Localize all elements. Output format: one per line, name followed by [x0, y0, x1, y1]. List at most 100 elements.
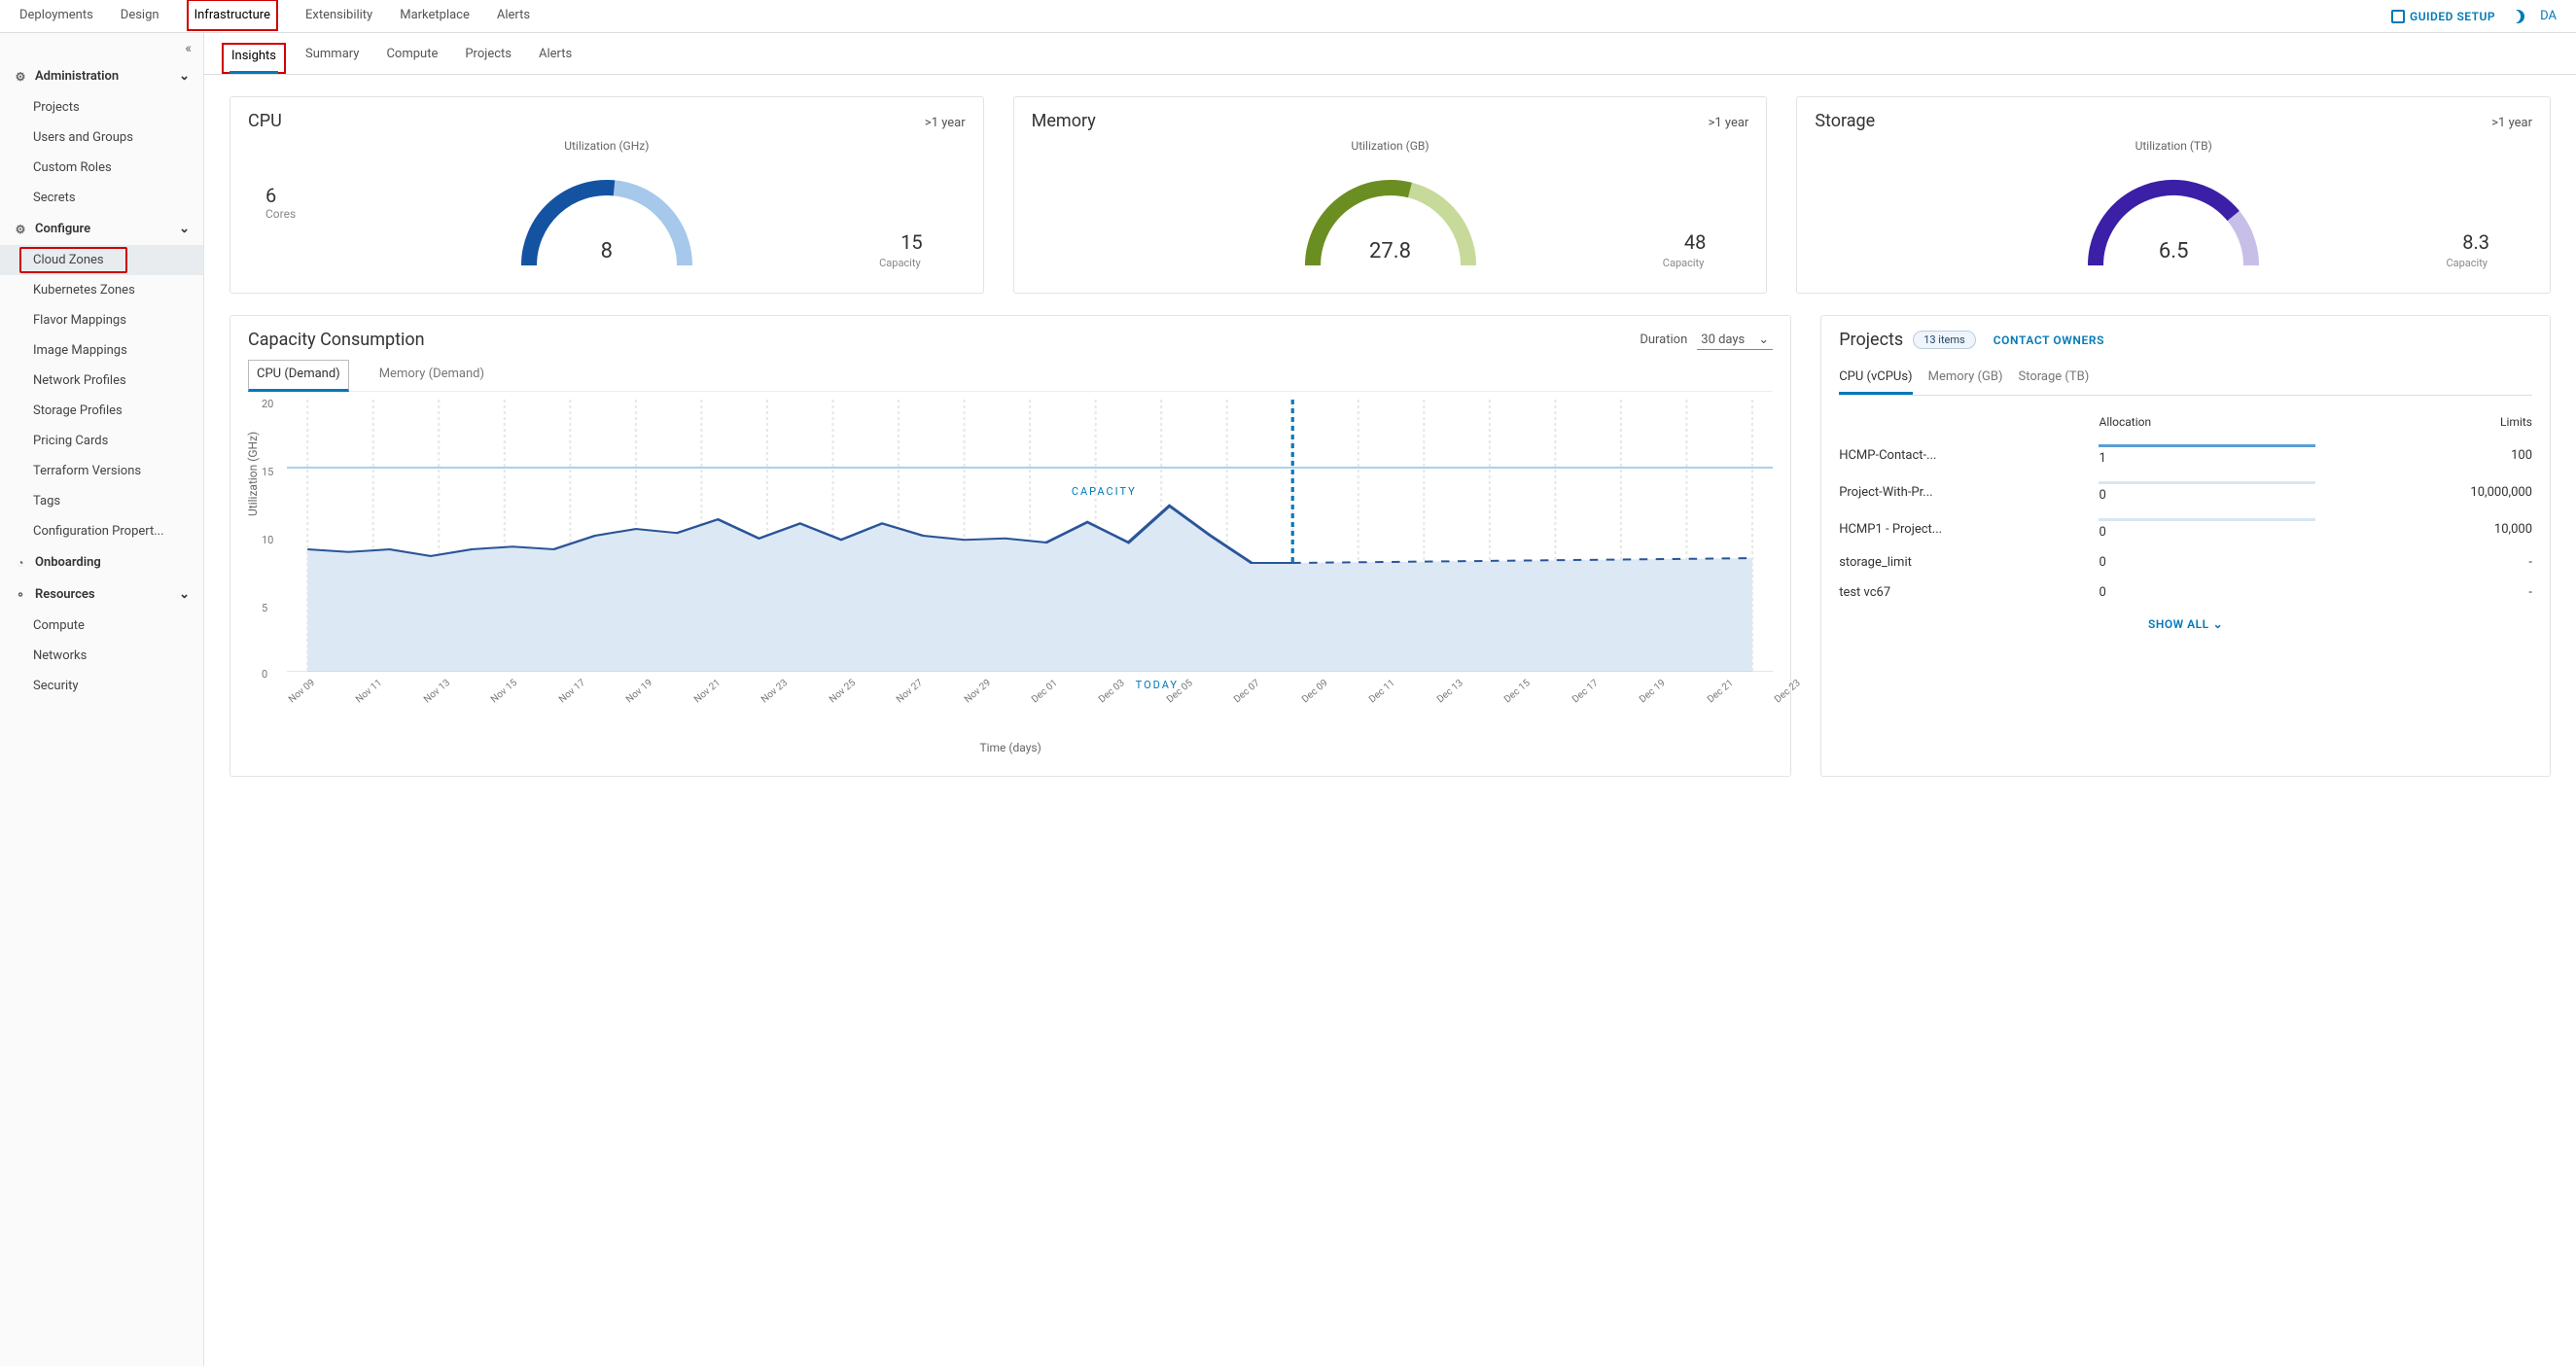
chevron-down-icon: ⌄: [1758, 333, 1769, 347]
moon-icon[interactable]: [2511, 10, 2524, 23]
users-icon: ⚙: [14, 70, 27, 84]
map-icon: [2391, 10, 2405, 23]
project-name: HCMP-Contact-...: [1839, 448, 2099, 463]
consumption-tab[interactable]: CPU (Demand): [248, 360, 349, 392]
gauge-capacity-label: Capacity: [879, 257, 921, 269]
sidebar-item-pricing-cards[interactable]: Pricing Cards: [0, 426, 203, 456]
gear-icon: ⚙: [14, 223, 27, 236]
truncated-text: DA: [2540, 9, 2557, 23]
y-tick: 0: [262, 668, 267, 681]
sidebar-item-users-and-groups[interactable]: Users and Groups: [0, 123, 203, 153]
x-tick: Dec 13: [1435, 697, 1442, 705]
y-axis-label: Utilization (GHz): [246, 432, 260, 516]
x-tick: Dec 21: [1706, 697, 1712, 705]
gauge-card-cpu: CPU>1 year6CoresUtilization (GHz)815Capa…: [229, 96, 984, 294]
x-tick: Nov 27: [895, 697, 901, 705]
duration-label: Duration: [1640, 333, 1687, 347]
x-tick: Nov 25: [828, 697, 834, 705]
nav-infrastructure[interactable]: Infrastructure: [187, 0, 278, 31]
gauge-unit-label: Utilization (TB): [1815, 139, 2532, 153]
y-tick: 10: [262, 534, 273, 546]
projects-count-badge: 13 items: [1913, 331, 1976, 349]
project-row: storage_limit0-: [1839, 547, 2532, 578]
sidebar-item-networks[interactable]: Networks: [0, 641, 203, 671]
share-icon: ⚬: [14, 588, 27, 602]
project-row: test vc670-: [1839, 578, 2532, 608]
capacity-consumption-panel: Capacity Consumption Duration 30 days ⌄ …: [229, 315, 1791, 777]
nav-alerts[interactable]: Alerts: [497, 0, 530, 32]
sidebar-item-storage-profiles[interactable]: Storage Profiles: [0, 396, 203, 426]
chevron-icon: ⌄: [179, 587, 190, 602]
sidebar-item-network-profiles[interactable]: Network Profiles: [0, 366, 203, 396]
projects-tab[interactable]: CPU (vCPUs): [1839, 364, 1912, 395]
gauge-capacity-value: 15: [900, 230, 922, 254]
x-tick: Dec 03: [1097, 697, 1104, 705]
gauge-range: >1 year: [1709, 116, 1749, 130]
gauge-value: 8: [248, 239, 966, 263]
nav-marketplace[interactable]: Marketplace: [400, 0, 470, 32]
projects-tab[interactable]: Memory (GB): [1928, 364, 2003, 395]
nav-extensibility[interactable]: Extensibility: [305, 0, 372, 32]
sidebar-item-terraform-versions[interactable]: Terraform Versions: [0, 456, 203, 486]
chevron-icon: ⌄: [179, 69, 190, 84]
project-limit: 100: [2315, 448, 2532, 463]
sidebar-item-configuration-propert-[interactable]: Configuration Propert...: [0, 516, 203, 546]
gauge-capacity-label: Capacity: [1663, 257, 1705, 269]
guided-setup-label: GUIDED SETUP: [2410, 10, 2495, 23]
y-tick: 15: [262, 466, 273, 478]
sidebar-section-onboarding[interactable]: ◔Onboarding: [0, 546, 203, 578]
x-tick: Dec 19: [1638, 697, 1644, 705]
subtab-projects[interactable]: Projects: [465, 47, 512, 74]
gauge-capacity-label: Capacity: [2446, 257, 2488, 269]
duration-select[interactable]: 30 days ⌄: [1697, 331, 1773, 350]
x-tick: Dec 17: [1570, 697, 1577, 705]
project-limit: -: [2315, 555, 2532, 570]
sidebar-item-compute[interactable]: Compute: [0, 611, 203, 641]
sidebar-item-kubernetes-zones[interactable]: Kubernetes Zones: [0, 275, 203, 305]
consumption-title: Capacity Consumption: [248, 330, 425, 350]
guided-setup-button[interactable]: GUIDED SETUP: [2391, 10, 2495, 23]
contact-owners-link[interactable]: CONTACT OWNERS: [1994, 333, 2104, 347]
subtab-compute[interactable]: Compute: [386, 47, 438, 74]
sidebar-item-tags[interactable]: Tags: [0, 486, 203, 516]
subtab-summary[interactable]: Summary: [305, 47, 359, 74]
project-allocation: 0: [2099, 555, 2315, 570]
sidebar-item-image-mappings[interactable]: Image Mappings: [0, 335, 203, 366]
sidebar-section-resources[interactable]: ⚬Resources⌄: [0, 578, 203, 611]
nav-design[interactable]: Design: [121, 0, 159, 32]
sidebar-item-cloud-zones[interactable]: Cloud Zones: [0, 245, 203, 275]
main-content: Insights Summary Compute Projects Alerts CPU…: [204, 33, 2576, 1366]
nav-deployments[interactable]: Deployments: [19, 0, 93, 32]
show-all-button[interactable]: SHOW ALL ⌄: [1839, 617, 2532, 631]
project-allocation: 1: [2099, 444, 2315, 466]
sidebar-item-projects[interactable]: Projects: [0, 92, 203, 123]
sidebar-item-flavor-mappings[interactable]: Flavor Mappings: [0, 305, 203, 335]
y-tick: 20: [262, 398, 273, 410]
sidebar-item-custom-roles[interactable]: Custom Roles: [0, 153, 203, 183]
collapse-sidebar-icon[interactable]: «: [185, 41, 192, 56]
onboard-icon: ◔: [14, 556, 27, 570]
gauge-range: >1 year: [2491, 116, 2532, 130]
subtab-insights[interactable]: Insights: [222, 43, 286, 74]
top-nav: Deployments Design Infrastructure Extensibi…: [0, 0, 2576, 33]
sidebar-section-configure[interactable]: ⚙Configure⌄: [0, 213, 203, 245]
sidebar-item-secrets[interactable]: Secrets: [0, 183, 203, 213]
project-name: test vc67: [1839, 585, 2099, 600]
consumption-tab[interactable]: Memory (Demand): [371, 360, 493, 391]
gauge-unit-label: Utilization (GB): [1032, 139, 1749, 153]
gauge-range: >1 year: [925, 116, 966, 130]
project-name: HCMP1 - Project...: [1839, 522, 2099, 537]
project-row: Project-With-Pr...010,000,000: [1839, 473, 2532, 510]
x-axis-label: Time (days): [248, 741, 1773, 754]
project-row: HCMP-Contact-...1100: [1839, 437, 2532, 473]
x-tick: Nov 13: [422, 697, 429, 705]
x-tick: Nov 17: [557, 697, 564, 705]
projects-tab[interactable]: Storage (TB): [2018, 364, 2089, 395]
x-tick: Dec 15: [1502, 697, 1509, 705]
sidebar: « ⚙Administration⌄ProjectsUsers and Grou…: [0, 33, 204, 1366]
gauge-value: 27.8: [1032, 239, 1749, 263]
sidebar-section-administration[interactable]: ⚙Administration⌄: [0, 60, 203, 92]
gauge-unit-label: Utilization (GHz): [248, 139, 966, 153]
subtab-alerts[interactable]: Alerts: [539, 47, 572, 74]
sidebar-item-security[interactable]: Security: [0, 671, 203, 701]
